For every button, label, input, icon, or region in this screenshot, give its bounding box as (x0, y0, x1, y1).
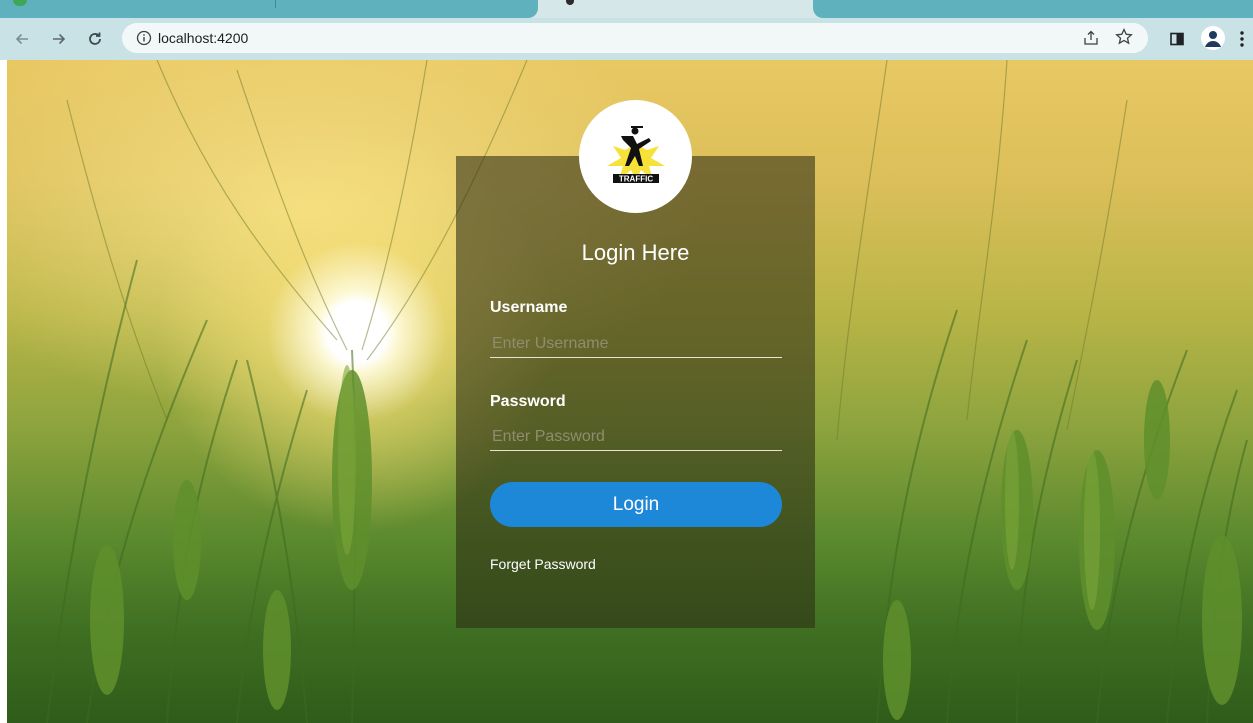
traffic-logo-icon: TRAFFIC (606, 125, 665, 183)
share-icon[interactable] (1082, 29, 1100, 47)
tab-favicon-active (566, 0, 574, 5)
arrow-right-icon (53, 33, 66, 45)
login-title: Login Here (581, 240, 690, 265)
reload-icon (89, 32, 101, 45)
address-bar[interactable]: localhost:4200 (122, 23, 1148, 53)
tab-inactive-right[interactable] (813, 0, 1253, 18)
tab-inactive-left[interactable] (0, 0, 538, 18)
username-label: Username (490, 299, 568, 316)
back-button[interactable] (9, 26, 35, 52)
password-label: Password (490, 393, 566, 410)
menu-button[interactable] (1233, 26, 1251, 52)
avatar-icon (1205, 31, 1221, 47)
logo: TRAFFIC (579, 100, 692, 213)
kebab-menu-icon (1240, 31, 1244, 47)
info-icon[interactable] (136, 30, 152, 46)
avatar[interactable] (1201, 26, 1225, 50)
logo-text: TRAFFIC (618, 174, 652, 183)
arrow-left-icon (15, 33, 28, 45)
star-icon[interactable] (1114, 27, 1134, 47)
browser-toolbar: localhost:4200 (0, 18, 1253, 60)
side-panel-button[interactable] (1164, 26, 1190, 52)
tab-strip (0, 0, 1253, 18)
username-input[interactable] (490, 330, 782, 358)
page-viewport: TRAFFIC Login Here Username Password Log… (7, 60, 1253, 723)
forget-password-link[interactable]: Forget Password (490, 556, 596, 572)
tab-divider (275, 0, 276, 8)
side-panel-icon (1170, 32, 1184, 46)
login-button[interactable]: Login (490, 482, 782, 527)
password-input[interactable] (490, 423, 782, 451)
reload-button[interactable] (82, 26, 108, 52)
url-text[interactable]: localhost:4200 (158, 30, 248, 46)
forward-button[interactable] (46, 26, 72, 52)
